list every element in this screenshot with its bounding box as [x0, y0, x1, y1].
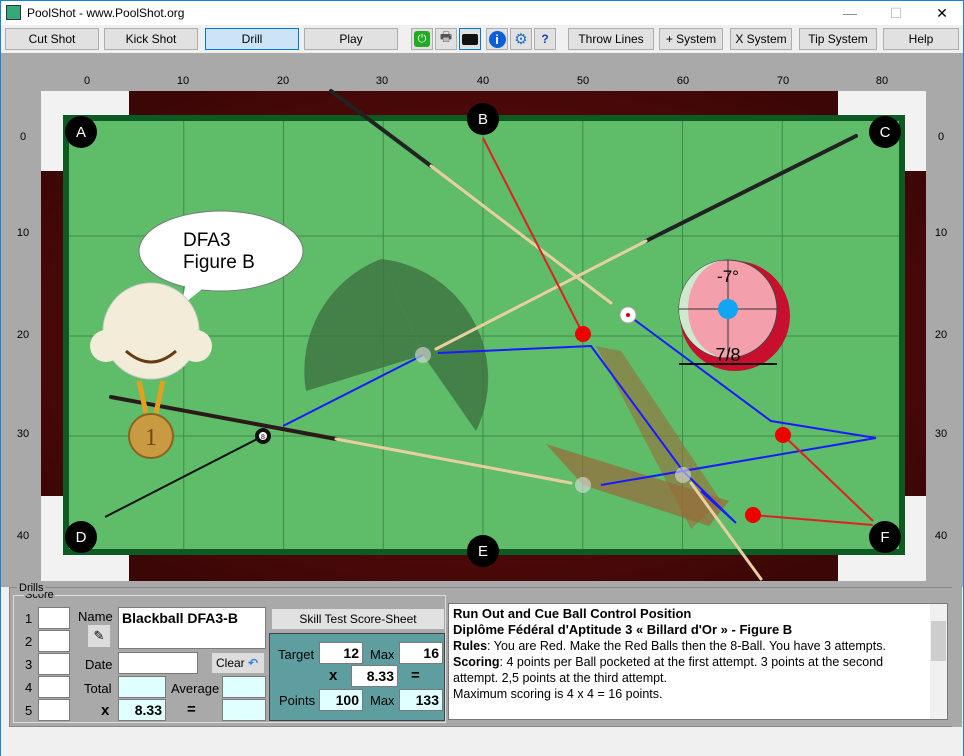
bubble-line1: DFA3: [183, 230, 231, 251]
drill-title: Run Out and Cue Ball Control Position: [453, 606, 692, 621]
eight-ball-number: 8: [261, 434, 265, 441]
result-field[interactable]: [222, 699, 266, 721]
target-field[interactable]: 12: [319, 642, 363, 664]
name-label: Name: [78, 609, 113, 624]
svg-text:1: 1: [145, 425, 157, 451]
score-attempt-1[interactable]: [38, 607, 70, 629]
cut-angle-label: -7°: [717, 267, 739, 286]
pocket-label: B: [478, 111, 488, 128]
status-bar: [1, 735, 963, 756]
max-points-field[interactable]: 133: [399, 689, 443, 711]
equals-sign: =: [411, 667, 420, 684]
total-field[interactable]: [118, 676, 166, 698]
max-points-label: Max: [370, 693, 395, 708]
ghost-ball: [415, 347, 431, 363]
speech-bubble: [138, 210, 304, 292]
pocket-label: A: [76, 124, 86, 141]
average-label: Average: [171, 681, 220, 696]
pool-table: 8 -7° 7/8 DFA3 Figure B 1 A B C D E F: [41, 89, 926, 581]
skill-test-score-sheet-button[interactable]: Skill Test Score-Sheet: [272, 609, 444, 629]
max-scoring-text: Maximum scoring is 4 x 4 = 16 points.: [453, 687, 663, 701]
score-attempt-5[interactable]: [38, 699, 70, 721]
multiply-sign: x: [101, 702, 110, 719]
max-label: Max: [370, 647, 395, 662]
date-label: Date: [85, 657, 113, 672]
pocket-label: F: [880, 529, 889, 546]
bubble-line2: Figure B: [183, 252, 255, 273]
rules-text: : You are Red. Make the Red Balls then t…: [487, 639, 886, 653]
points-label: Points: [279, 693, 316, 708]
score-attempt-2[interactable]: [38, 630, 70, 652]
rules-label: Rules: [453, 639, 488, 653]
row-number: 5: [25, 703, 33, 718]
tip-position-marker[interactable]: [718, 299, 738, 319]
red-ball[interactable]: [745, 507, 761, 523]
pocket-label: D: [76, 529, 87, 546]
max-field[interactable]: 16: [399, 642, 443, 664]
score-attempt-3[interactable]: [38, 653, 70, 675]
row-number: 4: [25, 680, 33, 695]
points-field[interactable]: 100: [319, 689, 363, 711]
ball-fraction-label: 7/8: [715, 345, 740, 365]
row-number: 1: [25, 611, 33, 626]
scoring-text: : 4 points per Ball pocketed at the firs…: [453, 655, 884, 685]
edit-name-icon[interactable]: ✎: [88, 625, 110, 647]
pocket-label: C: [880, 124, 891, 141]
score-attempt-4[interactable]: [38, 676, 70, 698]
ghost-ball: [675, 467, 691, 483]
red-ball[interactable]: [775, 427, 791, 443]
drill-subtitle: Diplôme Fédéral d'Aptitude 3 « Billard d…: [453, 622, 793, 637]
target-label: Target: [278, 647, 315, 662]
ghost-ball: [575, 477, 591, 493]
average-field[interactable]: [222, 676, 266, 698]
drill-description[interactable]: Run Out and Cue Ball Control Position Di…: [448, 603, 948, 720]
total-label: Total: [84, 681, 112, 696]
equals-sign: =: [187, 701, 196, 718]
description-scrollbar[interactable]: [930, 604, 947, 719]
panel-edge: [952, 587, 962, 727]
clear-button[interactable]: Clear ↶: [212, 653, 264, 673]
red-ball[interactable]: [575, 326, 591, 342]
row-number: 2: [25, 634, 33, 649]
name-field[interactable]: Blackball DFA3-B: [118, 607, 266, 649]
pocket-label: E: [478, 543, 488, 560]
date-field[interactable]: [118, 652, 198, 674]
multiply-sign: x: [329, 667, 338, 684]
skill-multiplier-field[interactable]: 8.33: [351, 665, 398, 687]
clear-label: Clear: [216, 656, 245, 670]
row-number: 3: [25, 657, 33, 672]
cue-tip-diagram: -7° 7/8: [678, 259, 790, 371]
scoring-label: Scoring: [453, 655, 500, 669]
drills-group-label: Drills: [17, 582, 46, 594]
undo-icon: ↶: [248, 656, 259, 670]
multiplier-field[interactable]: 8.33: [118, 699, 166, 721]
